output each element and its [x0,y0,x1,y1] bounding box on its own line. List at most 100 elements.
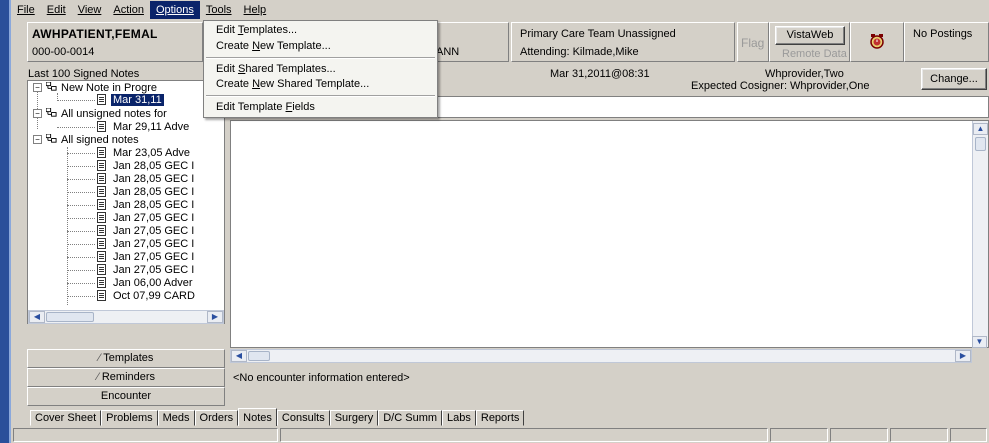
menu-bar: File Edit View Action Options Tools Help [11,0,989,20]
tab-consults[interactable]: Consults [276,410,330,426]
tab-meds[interactable]: Meds [157,410,195,426]
tree-note[interactable]: Jan 27,05 GEC I [113,264,194,276]
location-text: ANN [436,46,460,58]
remote-alert-panel[interactable] [850,22,904,62]
menu-separator [206,57,435,59]
window-left-edge [0,0,9,443]
document-icon [97,199,106,210]
collapse-icon[interactable]: − [33,83,42,92]
collapse-icon[interactable]: − [33,135,42,144]
scroll-left-icon[interactable]: ◀ [29,311,45,323]
scroll-up-icon[interactable]: ▲ [973,123,988,135]
menu-action[interactable]: Action [107,1,150,19]
tree-group-signed[interactable]: All signed notes [61,134,139,146]
tree-line [57,100,95,101]
status-cell [830,428,888,442]
tree-note[interactable]: Jan 27,05 GEC I [113,251,194,263]
tree-line [67,244,95,245]
notes-tree[interactable]: − New Note in Progre Mar 31,11 − All uns… [27,80,225,324]
menu-item-create-shared-template[interactable]: Create New Shared Template... [216,78,369,90]
change-button[interactable]: Change... [921,68,987,90]
menu-item-edit-shared-templates[interactable]: Edit Shared Templates... [216,63,336,75]
tab-reports[interactable]: Reports [475,410,525,426]
document-icon [97,290,106,301]
menu-view[interactable]: View [72,1,108,19]
tab-notes[interactable]: Notes [238,408,277,426]
tree-note[interactable]: Oct 07,99 CARD [113,290,195,302]
tab-problems[interactable]: Problems [101,410,158,426]
encounter-button[interactable]: Encounter [27,387,225,406]
status-cell [280,428,768,442]
menu-file[interactable]: File [11,1,41,19]
tree-note[interactable]: Mar 29,11 Adve [113,121,189,133]
note-date: Mar 31,2011@08:31 [550,68,650,80]
tree-line [67,270,95,271]
tree-group-unsigned[interactable]: All unsigned notes for [61,108,167,120]
status-cell [950,428,987,442]
tree-line [67,257,95,258]
tree-note[interactable]: Jan 28,05 GEC I [113,173,194,185]
tree-group-new-note[interactable]: New Note in Progre [61,82,157,94]
alarm-clock-icon [870,34,884,49]
note-editor[interactable]: ▲ [230,120,989,348]
tree-note[interactable]: Jan 28,05 GEC I [113,199,194,211]
encounter-info: <No encounter information entered> [233,372,410,384]
tab-labs[interactable]: Labs [442,410,476,426]
tree-note[interactable]: Jan 28,05 GEC I [113,186,194,198]
menu-options[interactable]: Options [149,1,200,19]
care-team-line2: Attending: Kilmade,Mike [520,46,639,58]
tree-note[interactable]: Jan 06,00 Adver [113,277,193,289]
menu-help[interactable]: Help [238,1,273,19]
document-icon [97,121,106,132]
tree-note[interactable]: Jan 27,05 GEC I [113,225,194,237]
tree-note-selected[interactable]: Mar 31,11 [111,94,164,106]
options-menu: Edit Templates... Create New Template...… [203,20,438,118]
tree-line [57,127,95,128]
editor-vertical-scrollbar[interactable]: ▲ [972,121,988,347]
notes-list-title: Last 100 Signed Notes [28,68,140,80]
scroll-left-icon[interactable]: ◀ [231,350,247,362]
status-cell [890,428,948,442]
scroll-thumb[interactable] [975,137,986,151]
tree-note[interactable]: Jan 28,05 GEC I [113,160,194,172]
postings-button[interactable]: No Postings [904,22,989,62]
menu-item-edit-templates[interactable]: Edit Templates... [216,24,297,36]
remote-data-label: Remote Data [782,48,847,60]
tree-line [67,166,95,167]
document-icon [97,225,106,236]
tree-note[interactable]: Mar 23,05 Adve [113,147,190,159]
scroll-down-icon[interactable]: ▼ [972,336,987,348]
menu-item-create-template[interactable]: Create New Template... [216,40,331,52]
menu-item-edit-template-fields[interactable]: Edit Template Fields [216,101,315,113]
scroll-thumb[interactable] [248,351,270,361]
scroll-right-icon[interactable]: ▶ [207,311,223,323]
tab-dc-summ[interactable]: D/C Summ [378,410,443,426]
scroll-thumb[interactable] [46,312,94,322]
reminders-drawer-button[interactable]: ⁄ Reminders [27,368,225,387]
document-icon [97,173,106,184]
document-icon [97,212,106,223]
folder-tree-icon [46,82,57,91]
care-team-button[interactable]: Primary Care Team Unassigned Attending: … [511,22,735,62]
menu-tools[interactable]: Tools [200,1,238,19]
scroll-right-icon[interactable]: ▶ [955,350,971,362]
document-icon [97,277,106,288]
care-team-line1: Primary Care Team Unassigned [520,28,676,40]
vistaweb-button[interactable]: VistaWeb [775,26,845,45]
collapse-icon[interactable]: − [33,109,42,118]
postings-label: No Postings [913,28,973,40]
tab-orders[interactable]: Orders [194,410,239,426]
templates-drawer-button[interactable]: ⁄ Templates [27,349,225,368]
flag-button[interactable]: Flag [737,22,769,62]
tree-line [67,153,95,154]
tab-cover-sheet[interactable]: Cover Sheet [30,410,102,426]
patient-info-button[interactable]: AWHPATIENT,FEMAL 000-00-0014 [27,22,203,62]
tree-note[interactable]: Jan 27,05 GEC I [113,238,194,250]
tab-surgery[interactable]: Surgery [329,410,379,426]
menu-edit[interactable]: Edit [41,1,72,19]
status-bar [11,426,989,443]
editor-horizontal-scrollbar[interactable]: ◀ ▶ [230,349,972,363]
tree-horizontal-scrollbar[interactable]: ◀ ▶ [28,310,224,324]
tree-note[interactable]: Jan 27,05 GEC I [113,212,194,224]
note-cosigner: Expected Cosigner: Whprovider,One [691,80,870,92]
